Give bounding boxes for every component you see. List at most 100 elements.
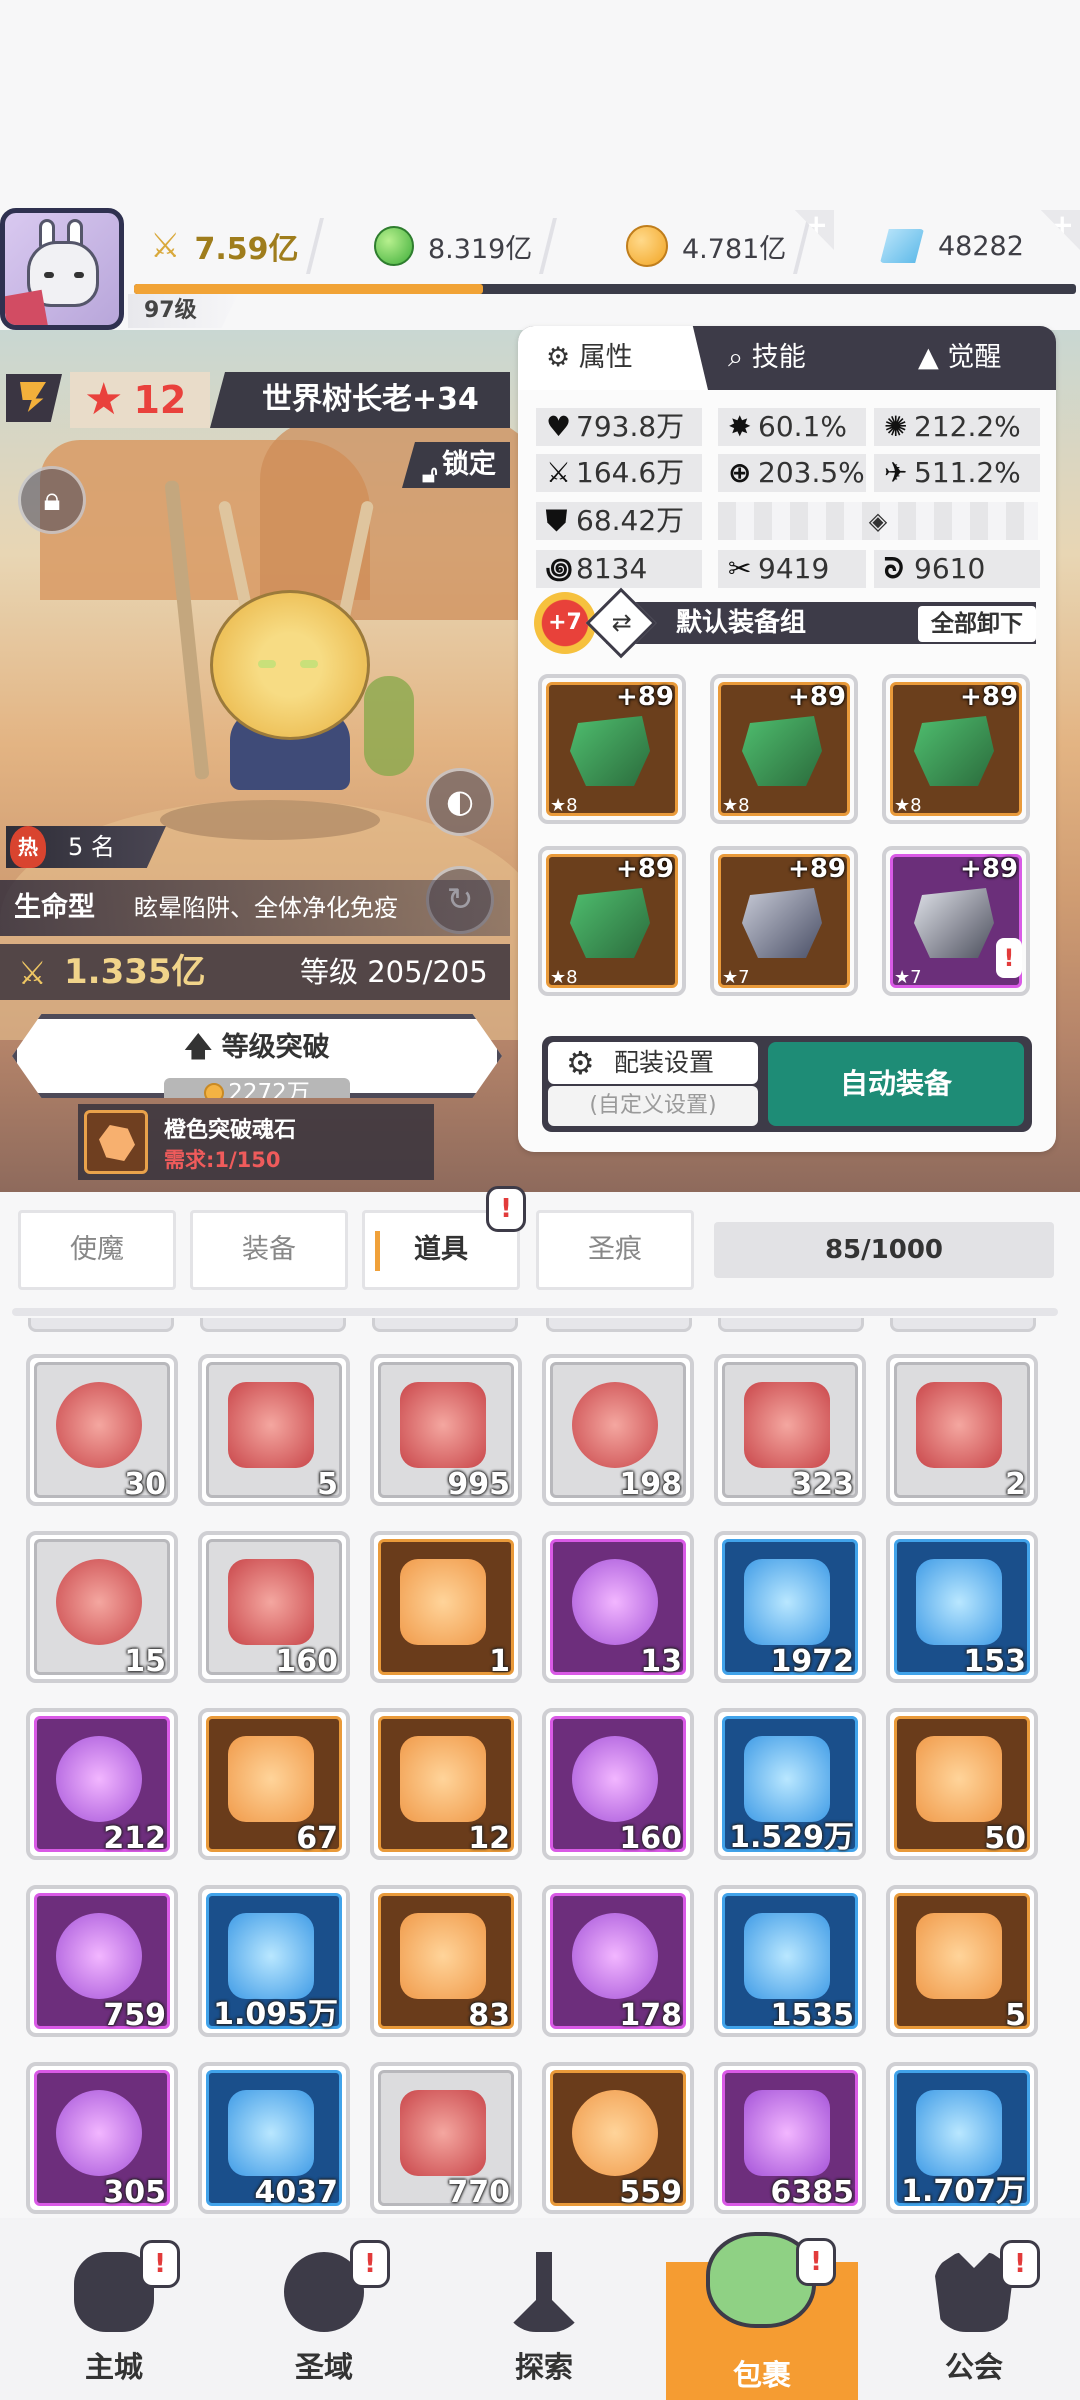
item-slot[interactable]: 305 xyxy=(26,2062,178,2214)
orange-ore-icon xyxy=(228,1736,314,1822)
green-gem-value: 8.319亿 xyxy=(428,233,533,265)
item-slot[interactable]: 770 xyxy=(370,2062,522,2214)
view-rotate-icon[interactable]: ◐ xyxy=(426,768,494,836)
equipment-slot-special[interactable]: +89 ★7! xyxy=(882,846,1030,996)
equipment-slot-helmet[interactable]: +89 ★8 xyxy=(710,674,858,824)
tab-familiars[interactable]: 使魔 xyxy=(18,1210,176,1290)
item-slot[interactable]: 2 xyxy=(886,1354,1038,1506)
sun-burst-icon: ✺ xyxy=(884,410,908,443)
tab-skills[interactable]: ⌕ 技能 xyxy=(728,326,878,390)
equipment-slot-weapon[interactable]: +89 ★8 xyxy=(538,674,686,824)
stat-value: 203.5% xyxy=(758,456,865,489)
item-count: 323 xyxy=(791,1467,854,1502)
tab-attributes[interactable]: ⚙ 属性 xyxy=(518,326,708,390)
item-slot[interactable]: 83 xyxy=(370,1885,522,2037)
lock-button[interactable]: 🔓︎ 锁定 xyxy=(402,442,510,488)
item-slot[interactable]: 5 xyxy=(198,1354,350,1506)
sword-in-stone-icon xyxy=(504,2252,584,2332)
nav-main-city[interactable]: ! 主城 xyxy=(44,2240,184,2390)
orange-crystal-ball-icon xyxy=(744,1382,830,1468)
stat-value: 68.42万 xyxy=(576,504,685,537)
blue-gem-icon xyxy=(744,1559,830,1645)
equipment-slot-necklace[interactable]: +89 ★7 xyxy=(710,846,858,996)
item-slot[interactable]: 1.707万 xyxy=(886,2062,1038,2214)
tab-stigmata[interactable]: 圣痕 xyxy=(536,1210,694,1290)
tab-equipment[interactable]: 装备 xyxy=(190,1210,348,1290)
item-slot[interactable]: 160 xyxy=(198,1531,350,1683)
blue-rock-icon xyxy=(916,2090,1002,2176)
item-slot[interactable]: 559 xyxy=(542,2062,694,2214)
gold-coin-icon xyxy=(626,225,668,267)
stat-crit-damage: ✺ 212.2% xyxy=(874,408,1040,446)
item-count: 212 xyxy=(103,1821,166,1856)
orange-scroll-icon xyxy=(400,1736,486,1822)
purple-flame-icon xyxy=(572,1913,658,1999)
equipment-slot-armor[interactable]: +89 ★8 xyxy=(882,674,1030,824)
equip-level: +89 xyxy=(788,682,846,712)
item-slot[interactable]: 5 xyxy=(886,1885,1038,2037)
item-slot[interactable]: 759 xyxy=(26,1885,178,2037)
tab-label: 技能 xyxy=(751,342,806,373)
nav-sanctuary[interactable]: ! 圣域 xyxy=(254,2240,394,2390)
item-slot[interactable]: 1.095万 xyxy=(198,1885,350,2037)
helmet-icon xyxy=(742,716,822,786)
popularity-rank[interactable]: 热 5 名 xyxy=(6,826,166,868)
popularity-value: 5 名 xyxy=(68,833,115,861)
nav-explore[interactable]: 探索 xyxy=(474,2240,614,2390)
item-slot[interactable]: 323 xyxy=(714,1354,866,1506)
item-slot[interactable]: 1535 xyxy=(714,1885,866,2037)
item-slot[interactable]: 1 xyxy=(370,1531,522,1683)
item-count: 30 xyxy=(124,1467,166,1502)
item-slot[interactable]: 1972 xyxy=(714,1531,866,1683)
item-row-partial xyxy=(372,1318,518,1332)
hero-character[interactable] xyxy=(150,470,410,800)
level-breakthrough-button[interactable]: 🡅︎ 等级突破 2272万 xyxy=(12,1014,502,1098)
blue-crystal-cluster-icon xyxy=(228,2090,314,2176)
stat-crit: ✸ 60.1% xyxy=(718,408,866,446)
item-slot[interactable]: 198 xyxy=(542,1354,694,1506)
player-avatar[interactable] xyxy=(0,208,124,330)
item-slot[interactable]: 6385 xyxy=(714,2062,866,2214)
item-slot[interactable]: 15 xyxy=(26,1531,178,1683)
loadout-settings-button[interactable]: ⚙ 配装设置 xyxy=(548,1042,758,1084)
unload-all-button[interactable]: 全部卸下 xyxy=(918,606,1036,642)
item-slot[interactable]: 12 xyxy=(370,1708,522,1860)
loadout-bar: ⚙ 配装设置 (自定义设置) 自动装备 xyxy=(542,1036,1032,1132)
item-slot[interactable]: 1.529万 xyxy=(714,1708,866,1860)
auto-equip-button[interactable]: 自动装备 xyxy=(768,1042,1024,1126)
nav-label: 公会 xyxy=(944,2350,1003,2384)
item-slot[interactable]: 995 xyxy=(370,1354,522,1506)
item-count: 1 xyxy=(489,1644,510,1679)
sword-icon: ⚔ xyxy=(546,456,572,489)
item-count: 1535 xyxy=(770,1998,855,2033)
stat-value: 9419 xyxy=(758,552,830,585)
tab-awaken[interactable]: ▲ 觉醒 xyxy=(918,326,1048,390)
up-arrow-icon: 🡅︎ xyxy=(184,1032,222,1063)
skin-lock-icon[interactable]: 🔒︎ xyxy=(18,466,86,534)
item-slot[interactable]: 4037 xyxy=(198,2062,350,2214)
item-slot[interactable]: 160 xyxy=(542,1708,694,1860)
item-slot[interactable]: 212 xyxy=(26,1708,178,1860)
blue-flame-icon xyxy=(744,1913,830,1999)
item-slot[interactable]: 30 xyxy=(26,1354,178,1506)
purple-gem-icon xyxy=(572,1559,658,1645)
purple-scroll-icon xyxy=(572,1736,658,1822)
item-slot[interactable]: 50 xyxy=(886,1708,1038,1860)
item-slot[interactable]: 67 xyxy=(198,1708,350,1860)
nav-guild[interactable]: ! 公会 xyxy=(904,2240,1044,2390)
gold-resource: 4.781亿 xyxy=(626,212,812,280)
breakthrough-material[interactable]: 橙色突破魂石 需求:1/150 xyxy=(78,1104,434,1180)
item-count: 198 xyxy=(619,1467,682,1502)
item-slot[interactable]: 153 xyxy=(886,1531,1038,1683)
item-count: 6385 xyxy=(770,2175,855,2210)
switch-group-icon[interactable]: ⇄ xyxy=(585,587,657,659)
nav-bag[interactable]: ! 包裹 xyxy=(666,2232,858,2400)
item-slot[interactable]: 178 xyxy=(542,1885,694,2037)
gear-icon: ⚙ xyxy=(566,1044,595,1082)
purple-scroll-icon xyxy=(228,1382,314,1468)
item-slot[interactable]: 13 xyxy=(542,1531,694,1683)
equipment-slot-belt[interactable]: +89 ★8 xyxy=(538,846,686,996)
item-count: 1972 xyxy=(770,1644,855,1679)
blue-capsule-icon xyxy=(228,1913,314,1999)
red-crystal-ball-icon xyxy=(56,1559,142,1645)
